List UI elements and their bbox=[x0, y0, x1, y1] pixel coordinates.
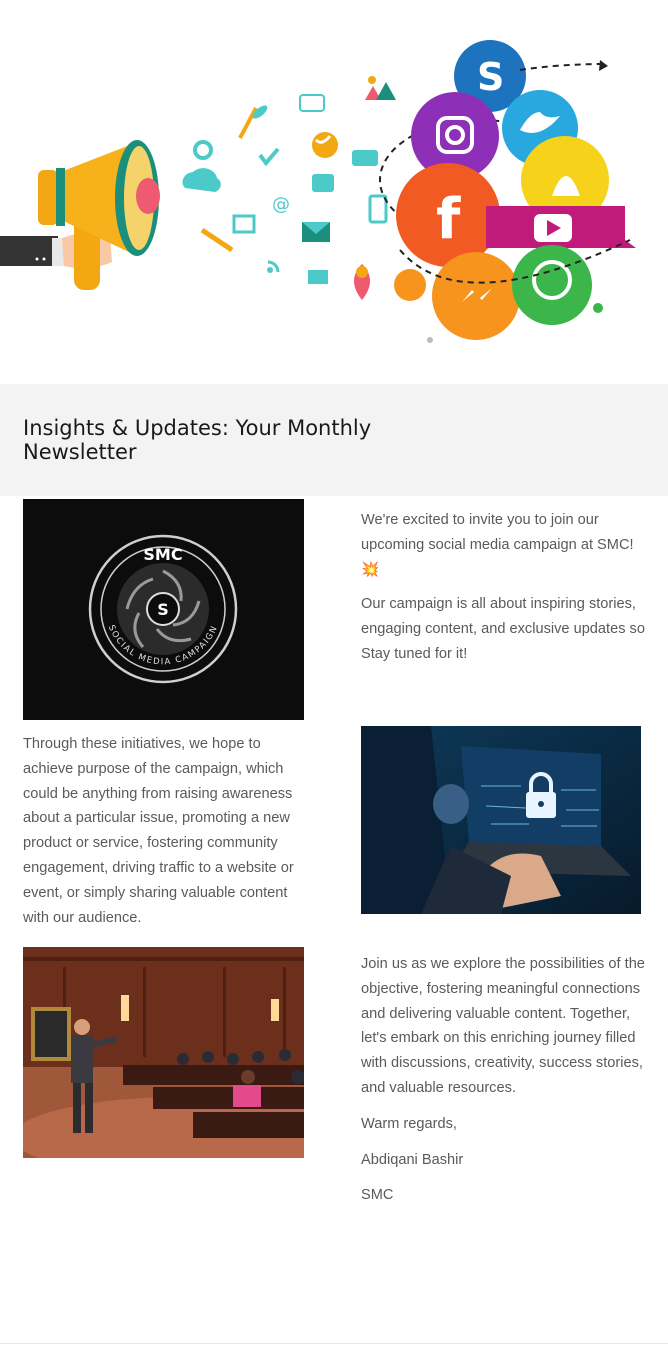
initiatives-text-block: Through these initiatives, we hope to ac… bbox=[23, 732, 308, 940]
campaign-paragraph: Our campaign is all about inspiring stor… bbox=[361, 596, 645, 662]
smc-logo-image: S SMC SOCIAL MEDIA CAMPAIGN bbox=[23, 499, 304, 720]
initiatives-paragraph: Through these initiatives, we hope to ac… bbox=[23, 736, 294, 926]
signature-org: SMC bbox=[361, 1187, 394, 1204]
signature-name: Abdiqani Bashir bbox=[361, 1151, 464, 1168]
svg-text:@: @ bbox=[272, 194, 290, 215]
intro-text-block: We're excited to invite you to join our … bbox=[361, 508, 646, 677]
warm-regards: Warm regards, bbox=[361, 1115, 457, 1132]
smc-logo-center-letter: S bbox=[157, 600, 169, 619]
newsletter-title-band: Insights & Updates: Your Monthly Newslet… bbox=[0, 384, 668, 496]
hero-banner: @ S f bbox=[0, 0, 668, 384]
collision-emoji-icon: 💥 bbox=[361, 561, 380, 578]
join-us-paragraph: Join us as we explore the possibilities … bbox=[361, 956, 645, 1096]
auditorium-presentation-image bbox=[23, 947, 304, 1158]
social-media-megaphone-illustration: @ S f bbox=[0, 40, 636, 343]
footer-divider bbox=[0, 1343, 668, 1344]
intro-paragraph: We're excited to invite you to join our … bbox=[361, 508, 646, 582]
laptop-security-image bbox=[361, 726, 641, 914]
svg-text:S: S bbox=[477, 55, 504, 99]
closing-text-block: Join us as we explore the possibilities … bbox=[361, 952, 646, 1218]
intro-paragraph-text: We're excited to invite you to join our … bbox=[361, 512, 634, 553]
smc-logo-top-text: SMC bbox=[143, 545, 182, 564]
svg-text:f: f bbox=[436, 187, 461, 252]
newsletter-title: Insights & Updates: Your Monthly Newslet… bbox=[23, 416, 372, 464]
